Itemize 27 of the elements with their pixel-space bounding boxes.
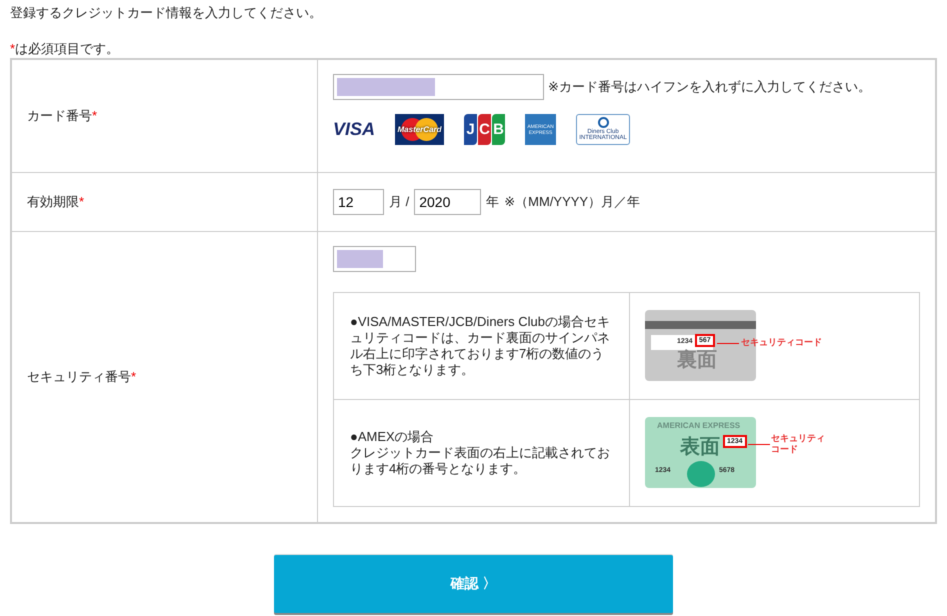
guide-text: ●AMEXの場合 xyxy=(350,429,435,445)
leader-line xyxy=(717,343,739,344)
callout-label: セキュリティコード xyxy=(741,337,822,348)
card-side-text: 表面 xyxy=(680,435,720,460)
year-unit: 年 xyxy=(486,193,500,211)
year-field[interactable]: 2020 xyxy=(414,189,482,215)
required-note: *は必須項目です。 xyxy=(10,40,120,58)
field-label: 有効期限* xyxy=(27,193,84,211)
security-code-field[interactable] xyxy=(333,246,416,272)
hint-text: ※（MM/YYYY）月／年 xyxy=(504,193,640,211)
field-label: セキュリティ番号* xyxy=(27,368,136,386)
card-emblem xyxy=(687,461,715,487)
month-unit: 月 / xyxy=(389,193,410,211)
card-brand-text: AMERICAN EXPRESS xyxy=(657,421,740,430)
guide-text: ●VISA/MASTER/JCB/Diners Clubの場合セキュリティコードは、カード裏面のサインパネル右上に印字されております7桁の数値のうち下3桁となります。 xyxy=(350,314,611,378)
jcb-logo: J C B xyxy=(464,114,506,145)
card-side-text: 裏面 xyxy=(677,348,717,373)
guide-text: クレジットカード表面の右上に記載されております4桁の番号となります。 xyxy=(350,445,611,477)
card-number-field[interactable] xyxy=(333,74,544,100)
hint-text: ※カード番号はハイフンを入れずに入力してください。 xyxy=(548,78,871,96)
field-label: カード番号* xyxy=(27,107,98,125)
masked-value xyxy=(337,250,383,268)
leader-line xyxy=(748,444,770,445)
visa-logo: VISA xyxy=(333,119,376,140)
month-field[interactable]: 12 xyxy=(333,189,384,215)
intro-text: 登録するクレジットカード情報を入力してください。 xyxy=(10,4,323,22)
callout-label: セキュリティ コード xyxy=(771,433,825,455)
